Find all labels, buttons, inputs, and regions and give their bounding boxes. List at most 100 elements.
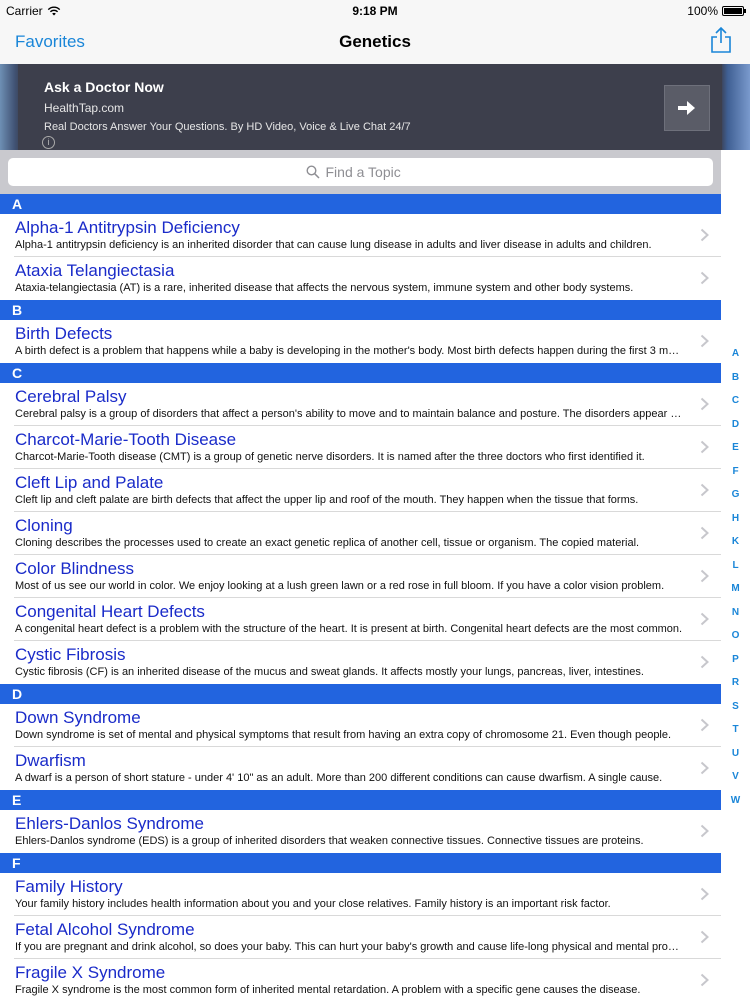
chevron-right-icon (700, 440, 709, 454)
section-header: D (0, 684, 721, 704)
topic-description: A congenital heart defect is a problem w… (15, 623, 683, 635)
topic-row[interactable]: Ataxia Telangiectasia Ataxia-telangiectas… (14, 257, 721, 300)
search-input[interactable] (325, 164, 416, 180)
index-letter[interactable]: S (721, 701, 750, 712)
topic-row[interactable]: Family History Your family history includ… (14, 873, 721, 916)
topic-title[interactable]: Fragile X Syndrome (15, 963, 165, 983)
index-letter[interactable]: D (721, 419, 750, 430)
battery-info: 100% (687, 4, 746, 18)
topic-row[interactable]: Down Syndrome Down syndrome is set of men… (14, 704, 721, 747)
chevron-right-icon (700, 655, 709, 669)
section-header: E (0, 790, 721, 810)
topic-title[interactable]: Color Blindness (15, 559, 134, 579)
index-letter[interactable]: G (721, 489, 750, 500)
share-icon[interactable] (709, 26, 733, 54)
topic-row[interactable]: Birth Defects A birth defect is a problem… (14, 320, 721, 363)
chevron-right-icon (700, 761, 709, 775)
topic-row[interactable]: Charcot-Marie-Tooth Disease Charcot-Marie… (14, 426, 721, 469)
status-bar: Carrier 9:18 PM 100% (0, 0, 750, 22)
topic-row[interactable]: Fragile X Syndrome Fragile X syndrome is … (14, 959, 721, 1000)
index-letter[interactable]: M (721, 583, 750, 594)
arrow-right-icon (678, 101, 695, 115)
index-letter[interactable]: V (721, 771, 750, 782)
index-letter[interactable]: E (721, 442, 750, 453)
topic-row[interactable]: Fetal Alcohol Syndrome If you are pregnan… (14, 916, 721, 959)
section-header: C (0, 363, 721, 383)
index-letter[interactable]: B (721, 372, 750, 383)
topic-list[interactable]: A Alpha-1 Antitrypsin Deficiency Alpha-1 a… (0, 194, 721, 1000)
chevron-right-icon (700, 718, 709, 732)
topic-description: Down syndrome is set of mental and physi… (15, 729, 672, 741)
topic-description: Cerebral palsy is a group of disorders t… (15, 408, 685, 420)
topic-title[interactable]: Ataxia Telangiectasia (15, 261, 174, 281)
index-letter[interactable]: W (721, 795, 750, 806)
topic-row[interactable]: Cleft Lip and Palate Cleft lip and cleft … (14, 469, 721, 512)
topic-description: If you are pregnant and drink alcohol, s… (15, 941, 685, 953)
chevron-right-icon (700, 334, 709, 348)
chevron-right-icon (700, 228, 709, 242)
topic-row[interactable]: Dwarfism A dwarf is a person of short sta… (14, 747, 721, 790)
ad-domain: HealthTap.com (44, 101, 125, 115)
index-letter[interactable]: C (721, 395, 750, 406)
chevron-right-icon (700, 526, 709, 540)
topic-row[interactable]: Alpha-1 Antitrypsin Deficiency Alpha-1 an… (14, 214, 721, 257)
topic-description: Most of us see our world in color. We en… (15, 580, 665, 592)
topic-title[interactable]: Cloning (15, 516, 73, 536)
topic-description: Your family history includes health info… (15, 898, 611, 910)
ad-description: Real Doctors Answer Your Questions. By H… (44, 121, 411, 133)
topic-title[interactable]: Congenital Heart Defects (15, 602, 205, 622)
index-letter[interactable]: A (721, 348, 750, 359)
index-letter[interactable]: K (721, 536, 750, 547)
index-letter[interactable]: P (721, 654, 750, 665)
section-header: B (0, 300, 721, 320)
topic-title[interactable]: Cleft Lip and Palate (15, 473, 163, 493)
topic-description: Ehlers-Danlos syndrome (EDS) is a group … (15, 835, 644, 847)
topic-title[interactable]: Down Syndrome (15, 708, 141, 728)
search-icon (305, 165, 320, 179)
section-header: A (0, 194, 721, 214)
topic-title[interactable]: Family History (15, 877, 123, 897)
ad-banner[interactable]: Ask a Doctor Now HealthTap.com Real Doct… (0, 64, 750, 150)
topic-title[interactable]: Charcot-Marie-Tooth Disease (15, 430, 236, 450)
topic-description: Fragile X syndrome is the most common fo… (15, 984, 641, 996)
battery-icon (722, 6, 746, 16)
topic-row[interactable]: Cloning Cloning describes the processes u… (14, 512, 721, 555)
topic-row[interactable]: Ehlers-Danlos Syndrome Ehlers-Danlos synd… (14, 810, 721, 853)
index-letter[interactable]: F (721, 466, 750, 477)
chevron-right-icon (700, 930, 709, 944)
topic-description: Cystic fibrosis (CF) is an inherited dis… (15, 666, 644, 678)
topic-row[interactable]: Cerebral Palsy Cerebral palsy is a group … (14, 383, 721, 426)
index-letter[interactable]: O (721, 630, 750, 641)
ad-content[interactable]: Ask a Doctor Now HealthTap.com Real Doct… (18, 64, 722, 150)
section-header: F (0, 853, 721, 873)
topic-row[interactable]: Color Blindness Most of us see our world … (14, 555, 721, 598)
navigation-bar: Favorites Genetics (0, 22, 750, 64)
section-index[interactable]: A B C D E F G H K L M N O P R S T U V W (721, 150, 750, 1000)
ad-title: Ask a Doctor Now (44, 79, 164, 95)
topic-title[interactable]: Fetal Alcohol Syndrome (15, 920, 195, 940)
index-letter[interactable]: L (721, 560, 750, 571)
search-field[interactable] (8, 158, 713, 186)
topic-title[interactable]: Cystic Fibrosis (15, 645, 126, 665)
page-title: Genetics (339, 32, 411, 51)
index-letter[interactable]: N (721, 607, 750, 618)
ad-arrow-button[interactable] (664, 85, 710, 131)
status-time: 9:18 PM (352, 4, 398, 18)
topic-title[interactable]: Birth Defects (15, 324, 112, 344)
chevron-right-icon (700, 397, 709, 411)
index-letter[interactable]: T (721, 724, 750, 735)
topic-description: Alpha-1 antitrypsin deficiency is an inh… (15, 239, 652, 251)
index-letter[interactable]: H (721, 513, 750, 524)
chevron-right-icon (700, 569, 709, 583)
chevron-right-icon (700, 887, 709, 901)
topic-title[interactable]: Dwarfism (15, 751, 86, 771)
topic-title[interactable]: Ehlers-Danlos Syndrome (15, 814, 204, 834)
chevron-right-icon (700, 483, 709, 497)
topic-row[interactable]: Cystic Fibrosis Cystic fibrosis (CF) is a… (14, 641, 721, 684)
topic-title[interactable]: Cerebral Palsy (15, 387, 127, 407)
topic-title[interactable]: Alpha-1 Antitrypsin Deficiency (15, 218, 240, 238)
ad-info-icon[interactable]: i (42, 136, 55, 149)
index-letter[interactable]: U (721, 748, 750, 759)
index-letter[interactable]: R (721, 677, 750, 688)
topic-row[interactable]: Congenital Heart Defects A congenital hea… (14, 598, 721, 641)
